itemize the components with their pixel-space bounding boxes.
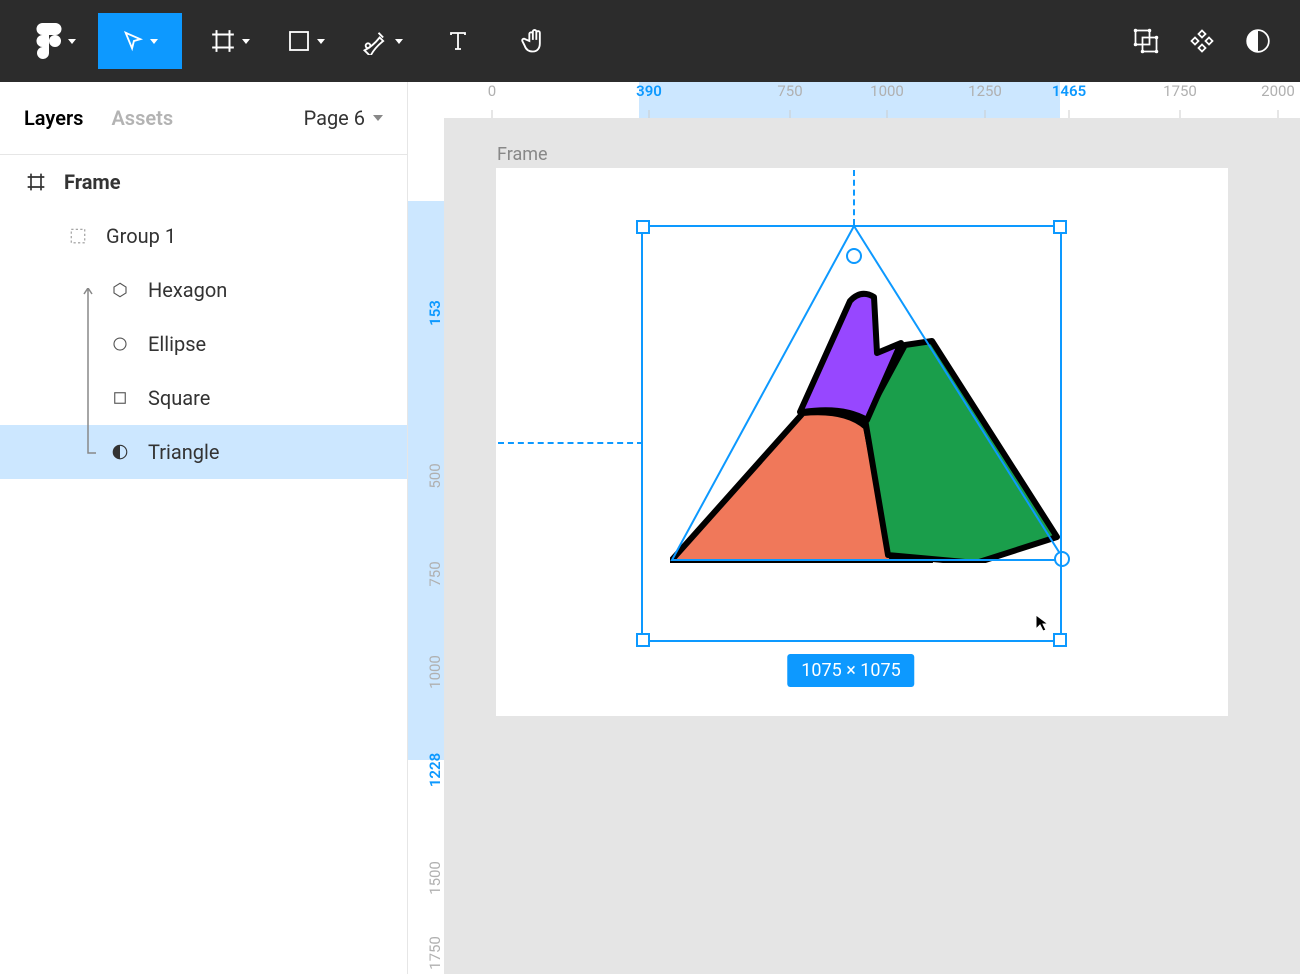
ruler-horizontal[interactable]: 0 390 750 1000 1250 1465 1750 2000 [444,82,1300,118]
canvas[interactable]: Frame [444,118,1300,974]
layers-panel: Layers Assets Page 6 Frame Group 1 [0,82,408,974]
canvas-area[interactable]: 0 390 750 1000 1250 1465 1750 2000 153 500 750 100… [408,82,1300,974]
chevron-down-icon [373,115,383,121]
resize-handle-tr[interactable] [1053,220,1067,234]
ruler-tick: 1000 [426,655,444,689]
ruler-tick: 1500 [426,861,444,895]
guide-vertical [853,170,855,225]
layer-hexagon[interactable]: Hexagon [0,263,407,317]
frame-title[interactable]: Frame [497,144,548,165]
pen-tool-button[interactable] [354,13,410,69]
component-icon [1188,27,1216,55]
dimensions-badge: 1075 × 1075 [787,654,914,687]
layer-label: Hexagon [148,278,227,302]
ruler-tick: 1228 [426,753,444,787]
ruler-tick: 1465 [1052,82,1086,100]
cursor-icon [1034,613,1050,633]
hexagon-icon [108,278,132,302]
ruler-tick: 750 [426,561,444,586]
mask-icon [1245,28,1271,54]
triangle-mask-icon [108,440,132,464]
move-tool-icon [122,30,144,52]
layer-tree-line [78,288,98,468]
text-tool-icon [446,29,470,53]
resize-handle-bl[interactable] [636,633,650,647]
shape-tool-button[interactable] [278,13,334,69]
tab-assets[interactable]: Assets [111,106,173,130]
ruler-tick: 1000 [870,82,904,100]
layer-label: Square [148,386,210,410]
mask-tool-button[interactable] [1230,13,1286,69]
layer-group[interactable]: Group 1 [0,209,407,263]
layer-triangle[interactable]: Triangle [0,425,407,479]
guide-horizontal [498,442,643,444]
ruler-tick: 390 [636,82,662,100]
ruler-tick: 2000 [1261,82,1295,100]
hand-tool-button[interactable] [506,13,562,69]
resize-handle-br[interactable] [1053,633,1067,647]
boolean-icon [1132,27,1160,55]
ruler-tick: 1750 [1163,82,1197,100]
ruler-tick: 750 [777,82,802,100]
layer-label: Ellipse [148,332,206,356]
toolbar [0,0,1300,82]
ruler-tick: 1250 [968,82,1002,100]
text-tool-button[interactable] [430,13,486,69]
boolean-tool-button[interactable] [1118,13,1174,69]
rectangle-tool-icon [287,29,311,53]
ruler-tick: 153 [426,300,444,326]
frame-tool-icon [210,28,236,54]
layer-label: Frame [64,170,121,194]
ruler-tick: 1750 [426,936,444,970]
move-tool-button[interactable] [98,13,182,69]
ruler-corner [408,82,444,118]
page-label: Page 6 [304,106,365,130]
component-tool-button[interactable] [1174,13,1230,69]
ellipse-icon [108,332,132,356]
group-icon [66,224,90,248]
page-selector[interactable]: Page 6 [304,106,383,130]
figma-logo-icon [36,23,62,59]
resize-handle-tl[interactable] [636,220,650,234]
tab-layers[interactable]: Layers [24,106,83,130]
ruler-vertical[interactable]: 153 500 750 1000 1228 1500 1750 [408,118,444,974]
ruler-tick: 500 [426,463,444,488]
frame-icon [24,170,48,194]
main-menu-button[interactable] [14,13,98,69]
frame-tool-button[interactable] [202,13,258,69]
ruler-tick: 0 [488,82,496,100]
selection-bounds[interactable] [641,225,1062,642]
layer-frame[interactable]: Frame [0,155,407,209]
hand-tool-icon [520,27,548,55]
layer-label: Triangle [148,440,219,464]
square-icon [108,386,132,410]
layer-label: Group 1 [106,224,176,248]
pen-tool-icon [361,27,389,55]
layer-square[interactable]: Square [0,371,407,425]
layer-ellipse[interactable]: Ellipse [0,317,407,371]
